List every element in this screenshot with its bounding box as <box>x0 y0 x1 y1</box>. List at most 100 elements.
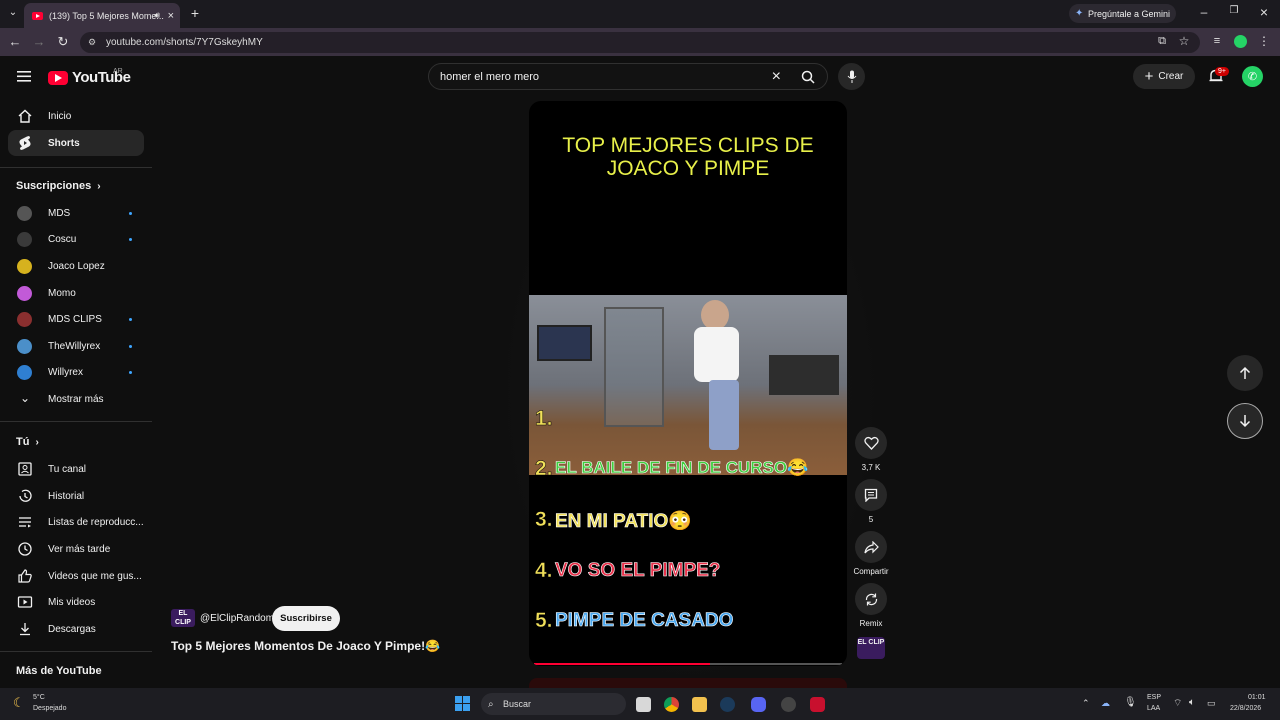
sidebar-item-coscu[interactable]: Coscu <box>8 226 144 252</box>
volume-icon[interactable]: 🔈︎ <box>1189 697 1195 708</box>
channel-handle[interactable]: @ElClipRandom <box>200 613 274 624</box>
active-app-icon[interactable] <box>810 697 825 712</box>
tray-chevron-icon[interactable]: ⌃ <box>1082 698 1090 709</box>
sidebar-item-label: Ver más tarde <box>48 543 111 555</box>
create-label: Crear <box>1158 71 1184 82</box>
task-view-icon[interactable] <box>636 697 651 712</box>
next-short-button[interactable] <box>1227 403 1263 439</box>
language-code[interactable]: ESP <box>1147 694 1161 701</box>
audio-source-thumbnail[interactable]: EL CLIP <box>857 637 885 659</box>
sidebar-item-mds-clips[interactable]: MDS CLIPS <box>8 306 144 332</box>
sidebar-item-mis-videos[interactable]: Mis videos <box>8 589 144 615</box>
person-shirt <box>694 327 739 382</box>
keyboard-layout[interactable]: LAA <box>1147 705 1160 712</box>
back-arrow-icon[interactable]: ← <box>8 35 22 48</box>
media-controls-icon[interactable]: ≡ <box>1210 36 1224 47</box>
sidebar-item-joaco-lopez[interactable]: Joaco Lopez <box>8 253 144 279</box>
tab-list-chevron-icon[interactable]: ⌄ <box>6 8 20 18</box>
arrow-down-icon <box>1239 414 1251 428</box>
profile-avatar[interactable] <box>1234 35 1247 48</box>
bookmark-star-icon[interactable]: ☆ <box>1177 35 1191 47</box>
browser-menu-icon[interactable]: ⋮ <box>1258 35 1270 47</box>
battery-icon[interactable]: ▭ <box>1207 698 1216 709</box>
sidebar-show-more[interactable]: ⌄ Mostrar más <box>8 386 144 412</box>
previous-short-button[interactable] <box>1227 355 1263 391</box>
person-head <box>701 300 729 330</box>
gemini-button[interactable]: ✦ Pregúntale a Gemini <box>1069 4 1176 23</box>
next-short-preview[interactable] <box>529 678 847 688</box>
hamburger-menu-icon[interactable] <box>17 70 31 82</box>
voice-search-button[interactable] <box>838 63 865 90</box>
sidebar-item-descargas[interactable]: Descargas <box>8 616 144 642</box>
window-close-icon[interactable]: × <box>1257 5 1271 19</box>
sidebar-item-tu-canal[interactable]: Tu canal <box>8 456 144 482</box>
remix-button[interactable] <box>855 583 887 615</box>
channel-avatar[interactable]: EL CLIP <box>171 609 195 627</box>
sidebar-item-label: MDS CLIPS <box>48 313 102 325</box>
chevron-right-icon: › <box>97 180 101 192</box>
install-app-icon[interactable]: ⧉ <box>1155 36 1169 47</box>
list-text: EL BAILE DE FIN DE CURSO😂 <box>555 458 809 478</box>
overlay-title-line: TOP MEJORES CLIPS DE <box>562 134 814 157</box>
restore-icon[interactable]: ❐ <box>1227 6 1241 16</box>
video-progress-bar[interactable] <box>534 663 842 665</box>
clock-time[interactable]: 01:01 <box>1248 694 1266 701</box>
you-header[interactable]: Tú › <box>16 436 39 448</box>
short-video-player[interactable]: TOP MEJORES CLIPS DE JOACO Y PIMPE 1. 2.… <box>529 101 847 666</box>
reload-icon[interactable]: ↻ <box>56 35 70 48</box>
subscribe-button[interactable]: Suscribirse <box>272 606 340 631</box>
sidebar-item-historial[interactable]: Historial <box>8 483 144 509</box>
clock-date[interactable]: 22/8/2026 <box>1230 705 1261 712</box>
tab-close-icon[interactable]: × <box>168 10 174 22</box>
avatar <box>17 259 32 274</box>
like-button[interactable] <box>855 427 887 459</box>
tab-audio-icon[interactable]: 🔊︎ <box>154 10 160 21</box>
steam-icon[interactable] <box>720 697 735 712</box>
share-button[interactable] <box>855 531 887 563</box>
sidebar-item-label: Inicio <box>48 110 72 122</box>
sidebar-item-mds[interactable]: MDS <box>8 200 144 226</box>
gemini-sparkle-icon: ✦ <box>1075 8 1084 19</box>
list-number: 1. <box>535 407 553 431</box>
account-avatar[interactable]: ✆ <box>1242 66 1263 87</box>
sidebar-item-label: Descargas <box>48 623 96 635</box>
taskbar-search-input[interactable]: ⌕ Buscar <box>481 693 626 715</box>
forward-arrow-icon[interactable]: → <box>32 35 46 48</box>
sidebar-item-momo[interactable]: Momo <box>8 280 144 306</box>
sidebar-item-ver-mas-tarde[interactable]: Ver más tarde <box>8 536 144 562</box>
microphone-icon[interactable]: 🎙︎ <box>1124 697 1137 708</box>
sidebar-item-willyrex[interactable]: Willyrex <box>8 359 144 385</box>
avatar <box>17 206 32 221</box>
sidebar-item-inicio[interactable]: Inicio <box>8 103 144 129</box>
new-tab-icon[interactable]: + <box>188 6 202 20</box>
sidebar-item-videos-me-gustan[interactable]: Videos que me gus... <box>8 563 144 589</box>
moon-weather-icon[interactable]: ☾ <box>13 695 25 711</box>
search-icon[interactable] <box>801 70 815 84</box>
plus-icon: + <box>1144 68 1154 85</box>
youtube-logo[interactable]: YouTube AR <box>48 68 131 86</box>
site-info-icon[interactable]: ⚙︎ <box>88 37 96 48</box>
browser-tab[interactable]: (139) Top 5 Mejores Mome... 🔊︎ × <box>24 3 180 28</box>
sidebar-item-thewillyrex[interactable]: TheWillyrex <box>8 333 144 359</box>
glass-door <box>604 307 664 427</box>
subscriptions-header[interactable]: Suscripciones › <box>16 180 101 192</box>
chrome-icon[interactable] <box>664 697 679 712</box>
wifi-icon[interactable]: ⌔ <box>1173 697 1182 710</box>
clear-search-icon[interactable]: × <box>772 68 781 86</box>
list-number: 2. <box>535 457 553 481</box>
sidebar-item-listas[interactable]: Listas de reproducc... <box>8 509 144 535</box>
youtube-favicon-icon <box>32 11 43 20</box>
gemini-label: Pregúntale a Gemini <box>1088 8 1171 19</box>
onedrive-icon[interactable]: ☁︎ <box>1101 698 1110 709</box>
windows-start-icon[interactable] <box>455 696 470 711</box>
app-icon[interactable] <box>781 697 796 712</box>
comments-button[interactable] <box>855 479 887 511</box>
discord-icon[interactable] <box>751 697 766 712</box>
sidebar-item-shorts[interactable]: Shorts <box>8 130 144 156</box>
file-explorer-icon[interactable] <box>692 697 707 712</box>
more-youtube-title: Más de YouTube <box>16 665 102 677</box>
search-input[interactable]: homer el mero mero × <box>428 63 828 90</box>
create-button[interactable]: + Crear <box>1133 64 1195 89</box>
minimize-icon[interactable]: – <box>1197 6 1211 18</box>
url-field[interactable]: ⚙︎ youtube.com/shorts/7Y7GskeyhMY <box>80 32 1200 53</box>
